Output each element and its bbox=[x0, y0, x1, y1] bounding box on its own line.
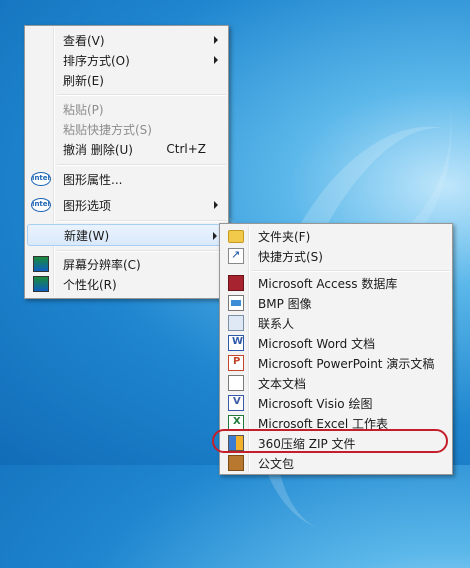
menu-item-label: 粘贴快捷方式(S) bbox=[63, 122, 152, 137]
menu-item-new[interactable]: 新建(W) bbox=[27, 224, 226, 246]
menu-item-label: 刷新(E) bbox=[63, 73, 104, 88]
menu-item-label: 联系人 bbox=[258, 316, 295, 331]
menu-item-label: 粘贴(P) bbox=[63, 102, 104, 117]
menu-item-label: BMP 图像 bbox=[258, 296, 312, 311]
access-icon bbox=[228, 275, 244, 291]
intel-icon: intel bbox=[31, 198, 51, 212]
new-item-folder[interactable]: 文件夹(F) bbox=[222, 225, 450, 247]
new-item-contact[interactable]: 联系人 bbox=[222, 312, 450, 334]
menu-item-label: 360压缩 ZIP 文件 bbox=[258, 436, 356, 451]
menu-item-refresh[interactable]: 刷新(E) bbox=[27, 69, 226, 91]
menu-item-personalize[interactable]: 个性化(R) bbox=[27, 273, 226, 295]
display-icon bbox=[33, 256, 49, 272]
word-icon bbox=[228, 335, 244, 351]
menu-item-paste[interactable]: 粘贴(P) bbox=[27, 98, 226, 120]
menu-item-label: 排序方式(O) bbox=[63, 53, 130, 68]
menu-item-label: 个性化(R) bbox=[63, 277, 117, 292]
menu-item-label: Microsoft Access 数据库 bbox=[258, 276, 398, 291]
menu-item-label: 快捷方式(S) bbox=[258, 249, 323, 264]
menu-item-label: Microsoft Excel 工作表 bbox=[258, 416, 389, 431]
menu-item-screen-resolution[interactable]: 屏幕分辨率(C) bbox=[27, 253, 226, 275]
shortcut-icon bbox=[228, 248, 244, 264]
new-item-word-document[interactable]: Microsoft Word 文档 bbox=[222, 332, 450, 354]
intel-icon: intel bbox=[31, 172, 51, 186]
menu-item-view[interactable]: 查看(V) bbox=[27, 29, 226, 51]
personalize-icon bbox=[33, 276, 49, 292]
desktop-context-menu: 查看(V) 排序方式(O) 刷新(E) 粘贴(P) 粘贴快捷方式(S) 撤消 删… bbox=[24, 25, 229, 299]
menu-item-label: 公文包 bbox=[258, 456, 295, 471]
powerpoint-icon bbox=[228, 355, 244, 371]
submenu-arrow-icon bbox=[214, 201, 218, 209]
menu-item-label: 查看(V) bbox=[63, 33, 105, 48]
new-item-powerpoint[interactable]: Microsoft PowerPoint 演示文稿 bbox=[222, 352, 450, 374]
menu-item-label: 屏幕分辨率(C) bbox=[63, 257, 141, 272]
new-item-briefcase[interactable]: 公文包 bbox=[222, 452, 450, 474]
briefcase-icon bbox=[228, 455, 244, 471]
visio-icon bbox=[228, 395, 244, 411]
bmp-image-icon bbox=[228, 295, 244, 311]
menu-item-graphics-options[interactable]: intel 图形选项 bbox=[27, 194, 226, 216]
new-item-shortcut[interactable]: 快捷方式(S) bbox=[222, 245, 450, 267]
menu-separator bbox=[57, 94, 226, 96]
menu-item-label: 图形选项 bbox=[63, 198, 112, 213]
menu-item-paste-shortcut[interactable]: 粘贴快捷方式(S) bbox=[27, 118, 226, 140]
new-item-bmp-image[interactable]: BMP 图像 bbox=[222, 292, 450, 314]
menu-item-label: 文件夹(F) bbox=[258, 229, 311, 244]
menu-item-label: 撤消 删除(U) bbox=[63, 142, 133, 157]
menu-item-label: 新建(W) bbox=[64, 228, 110, 243]
text-document-icon bbox=[228, 375, 244, 391]
new-submenu: 文件夹(F) 快捷方式(S) Microsoft Access 数据库 BMP … bbox=[219, 223, 453, 475]
new-item-text-document[interactable]: 文本文档 bbox=[222, 372, 450, 394]
menu-separator bbox=[57, 220, 226, 222]
menu-item-sort-by[interactable]: 排序方式(O) bbox=[27, 49, 226, 71]
menu-item-undo-delete[interactable]: 撤消 删除(U) Ctrl+Z bbox=[27, 138, 226, 160]
new-item-visio-drawing[interactable]: Microsoft Visio 绘图 bbox=[222, 392, 450, 414]
contact-icon bbox=[228, 315, 244, 331]
menu-item-graphics-properties[interactable]: intel 图形属性... bbox=[27, 168, 226, 190]
menu-separator bbox=[57, 164, 226, 166]
menu-item-label: Microsoft PowerPoint 演示文稿 bbox=[258, 356, 435, 371]
zip-archive-icon bbox=[228, 435, 244, 451]
menu-item-shortcut: Ctrl+Z bbox=[166, 142, 206, 156]
menu-item-label: 文本文档 bbox=[258, 376, 307, 391]
menu-separator bbox=[57, 250, 226, 252]
folder-icon bbox=[228, 230, 244, 243]
submenu-arrow-icon bbox=[213, 232, 217, 240]
new-item-excel-worksheet[interactable]: Microsoft Excel 工作表 bbox=[222, 412, 450, 434]
submenu-arrow-icon bbox=[214, 56, 218, 64]
new-item-360-zip[interactable]: 360压缩 ZIP 文件 bbox=[222, 432, 450, 454]
new-item-access-database[interactable]: Microsoft Access 数据库 bbox=[222, 272, 450, 294]
menu-item-label: Microsoft Visio 绘图 bbox=[258, 396, 373, 411]
menu-item-label: Microsoft Word 文档 bbox=[258, 336, 376, 351]
menu-item-label: 图形属性... bbox=[63, 172, 123, 187]
excel-icon bbox=[228, 415, 244, 431]
submenu-arrow-icon bbox=[214, 36, 218, 44]
